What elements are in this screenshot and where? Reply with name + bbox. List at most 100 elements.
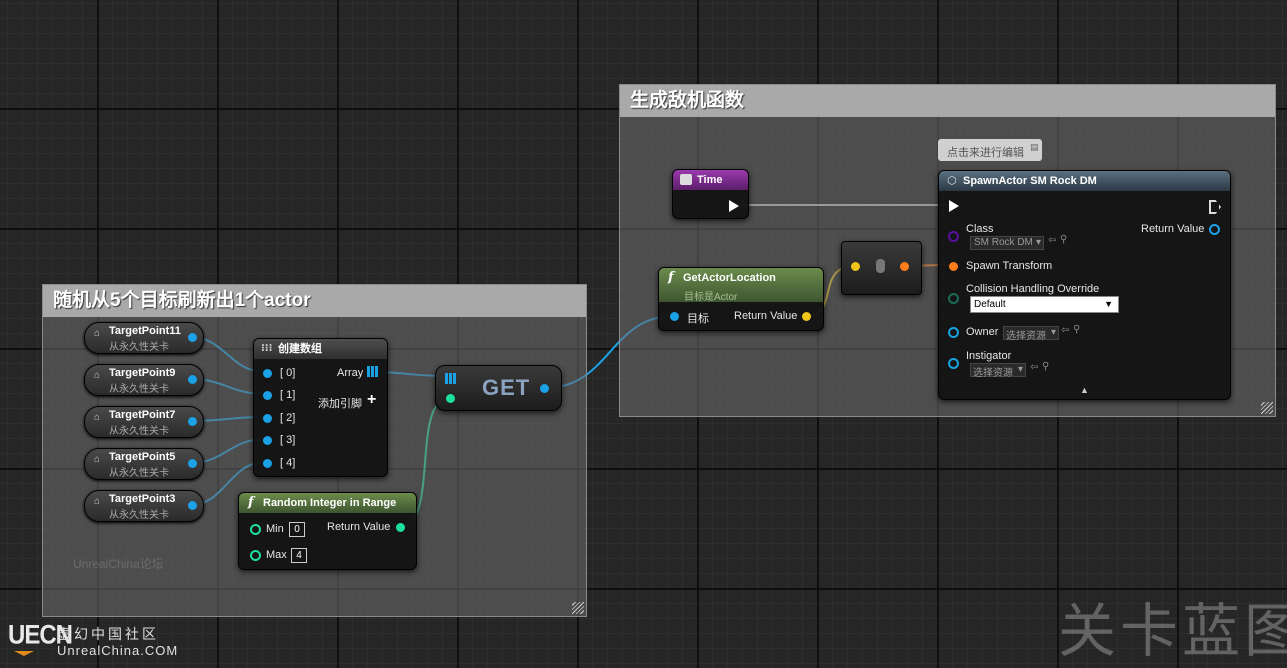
site-name-cn: 虚幻中国社区 xyxy=(57,626,159,642)
node-title: 创建数组 xyxy=(278,343,322,355)
time-event-node[interactable]: Time xyxy=(672,169,749,219)
target-point-name: TargetPoint9 xyxy=(109,367,176,379)
collision-input-pin[interactable] xyxy=(948,293,959,304)
class-input-pin[interactable] xyxy=(948,231,959,242)
target-point-node[interactable]: ⌂ TargetPoint3 从永久性关卡 xyxy=(84,490,204,522)
max-value-field[interactable]: 4 xyxy=(291,548,307,563)
vector-output-pin[interactable] xyxy=(802,312,811,321)
add-pin-plus-icon[interactable]: + xyxy=(367,391,376,409)
instigator-input-pin[interactable] xyxy=(948,358,959,369)
node-header: Time xyxy=(673,170,748,190)
owner-select-value: 选择资源 xyxy=(1006,331,1046,342)
array-input-pin-0[interactable] xyxy=(263,369,272,378)
array-input-pin[interactable] xyxy=(445,373,456,384)
comment-title[interactable]: 生成敌机函数 xyxy=(620,85,1275,117)
array-input-label: [ 3] xyxy=(280,434,296,446)
array-input-label: [ 2] xyxy=(280,412,296,424)
array-output-label: Array xyxy=(337,367,364,379)
browse-icon[interactable]: ⚲ xyxy=(1073,324,1080,335)
array-input-pin-1[interactable] xyxy=(263,391,272,400)
timeline-icon xyxy=(680,174,692,185)
min-label: Min xyxy=(266,523,284,535)
exec-output-pin[interactable] xyxy=(729,200,739,212)
function-icon: f xyxy=(248,495,254,510)
target-point-node[interactable]: ⌂ TargetPoint11 从永久性关卡 xyxy=(84,322,204,354)
instigator-select[interactable]: 选择资源 ▾ xyxy=(970,363,1026,379)
browse-icon[interactable]: ⚲ xyxy=(1042,361,1049,372)
use-selected-icon[interactable]: ⇦ xyxy=(1048,235,1056,246)
get-node[interactable]: GET xyxy=(435,365,562,411)
array-input-pin-2[interactable] xyxy=(263,414,272,423)
get-actor-location-node[interactable]: f GetActorLocation 目标是Actor 目标 Return Va… xyxy=(658,267,824,331)
make-array-node[interactable]: ⁝⁝⁝ 创建数组 [ 0] [ 1] [ 2] [ 3] [ 4] Array … xyxy=(253,338,388,477)
chevron-down-icon: ▾ xyxy=(1017,364,1023,375)
browse-icon[interactable]: ⚲ xyxy=(1060,234,1067,245)
collision-label: Collision Handling Override xyxy=(966,283,1100,295)
spawn-transform-label: Spawn Transform xyxy=(966,260,1053,272)
actor-icon: ⌂ xyxy=(94,454,101,465)
min-input-pin[interactable] xyxy=(250,524,261,535)
array-input-pin-4[interactable] xyxy=(263,459,272,468)
comment-title[interactable]: 随机从5个目标刷新出1个actor xyxy=(43,285,586,317)
object-output-pin[interactable] xyxy=(188,501,197,510)
faded-watermark: UnrealChina论坛 xyxy=(73,557,164,571)
resize-handle[interactable] xyxy=(1261,402,1273,414)
target-point-name: TargetPoint11 xyxy=(109,325,181,337)
array-input-label: [ 4] xyxy=(280,457,296,469)
node-title: Random Integer in Range xyxy=(263,497,397,509)
node-header: ⬡ SpawnActor SM Rock DM xyxy=(939,171,1230,191)
target-point-node[interactable]: ⌂ TargetPoint5 从永久性关卡 xyxy=(84,448,204,480)
object-output-pin[interactable] xyxy=(188,459,197,468)
target-point-node[interactable]: ⌂ TargetPoint9 从永久性关卡 xyxy=(84,364,204,396)
index-input-pin[interactable] xyxy=(446,394,455,403)
collapse-advanced-icon[interactable]: ▲ xyxy=(1080,385,1089,395)
collision-dropdown[interactable]: Default ▼ xyxy=(970,296,1119,313)
target-point-source: 从永久性关卡 xyxy=(109,510,169,521)
resize-handle[interactable] xyxy=(572,602,584,614)
transform-input-pin[interactable] xyxy=(949,262,958,271)
spawn-icon: ⬡ xyxy=(947,175,957,187)
use-selected-icon[interactable]: ⇦ xyxy=(1061,325,1069,336)
vector-to-transform-conversion-node[interactable] xyxy=(841,241,922,295)
node-title: GetActorLocation xyxy=(683,272,776,284)
object-output-pin[interactable] xyxy=(188,333,197,342)
random-integer-node[interactable]: f Random Integer in Range Min 0 Max 4 Re… xyxy=(238,492,417,570)
owner-input-pin[interactable] xyxy=(948,327,959,338)
class-label: Class xyxy=(966,223,994,235)
transform-output-pin[interactable] xyxy=(900,262,909,271)
int-output-pin[interactable] xyxy=(396,523,405,532)
logo-accent xyxy=(14,651,34,656)
add-pin-label[interactable]: 添加引脚 xyxy=(318,395,362,411)
object-output-pin[interactable] xyxy=(188,375,197,384)
target-point-node[interactable]: ⌂ TargetPoint7 从永久性关卡 xyxy=(84,406,204,438)
max-input-pin[interactable] xyxy=(250,550,261,561)
actor-output-pin[interactable] xyxy=(1209,224,1220,235)
use-selected-icon[interactable]: ⇦ xyxy=(1030,362,1038,373)
target-input-pin[interactable] xyxy=(670,312,679,321)
object-output-pin[interactable] xyxy=(540,384,549,393)
array-input-pin-3[interactable] xyxy=(263,436,272,445)
collision-dropdown-value: Default xyxy=(974,299,1006,310)
return-value-label: Return Value xyxy=(734,310,798,322)
owner-select[interactable]: 选择资源 ▾ xyxy=(1003,326,1059,342)
target-point-source: 从永久性关卡 xyxy=(109,384,169,395)
object-output-pin[interactable] xyxy=(188,417,197,426)
target-point-source: 从永久性关卡 xyxy=(109,342,169,353)
node-title: Time xyxy=(697,174,723,186)
array-output-pin[interactable] xyxy=(367,366,378,377)
min-value-field[interactable]: 0 xyxy=(289,522,305,537)
class-select[interactable]: SM Rock DM ▾ xyxy=(970,236,1044,250)
array-input-label: [ 0] xyxy=(280,367,296,379)
caret-down-icon: ▼ xyxy=(1104,299,1113,309)
owner-label: Owner xyxy=(966,326,999,338)
exec-input-pin[interactable] xyxy=(949,200,959,212)
actor-icon: ⌂ xyxy=(94,496,101,507)
spawn-actor-node[interactable]: ⬡ SpawnActor SM Rock DM Class SM Rock DM… xyxy=(938,170,1231,400)
exec-output-pin[interactable] xyxy=(1209,200,1221,214)
instigator-select-value: 选择资源 xyxy=(973,368,1013,379)
chevron-down-icon: ▾ xyxy=(1035,237,1041,248)
node-header: ⁝⁝⁝ 创建数组 xyxy=(254,339,387,359)
return-value-label: Return Value xyxy=(1141,223,1205,235)
function-icon: f xyxy=(668,270,674,285)
vector-input-pin[interactable] xyxy=(851,262,860,271)
